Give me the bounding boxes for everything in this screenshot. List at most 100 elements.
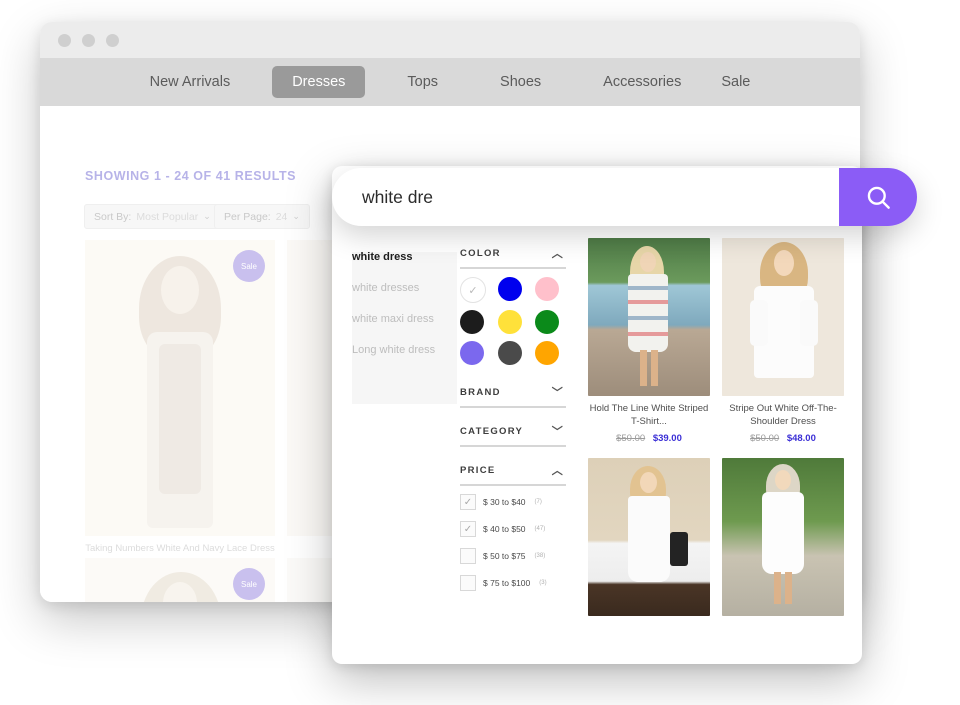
suggestion-item-long-white-dress[interactable]: Long white dress — [352, 335, 446, 366]
filter-category-title: CATEGORY — [460, 425, 524, 437]
product-image — [85, 240, 275, 536]
color-swatch-white[interactable]: ✓ — [460, 277, 486, 303]
color-swatch-purple[interactable] — [460, 341, 484, 365]
filter-section-price: PRICE ︿ ✓ $ 30 to $40 (7) ✓ $ 40 to $50 … — [460, 455, 566, 591]
product-title: Stripe Out White Off-The-Shoulder Dress — [729, 403, 837, 427]
color-swatch-grid: ✓ — [460, 277, 566, 365]
product-image — [588, 238, 710, 396]
color-swatch-black[interactable] — [460, 310, 484, 334]
nav-item-accessories[interactable]: Accessories — [583, 66, 701, 98]
nav-item-tops[interactable]: Tops — [387, 66, 458, 98]
product-thumbnail[interactable] — [722, 457, 844, 616]
nav-item-shoes[interactable]: Shoes — [480, 66, 561, 98]
divider — [460, 445, 566, 447]
suggestion-item-white-dresses[interactable]: white dresses — [352, 273, 446, 304]
product-image — [588, 457, 710, 616]
suggestion-item-white-dress[interactable]: white dress — [352, 242, 446, 273]
sale-badge: Sale — [233, 568, 265, 600]
product-thumbnail[interactable]: Sale — [85, 558, 275, 602]
search-button[interactable] — [839, 168, 917, 226]
search-panel-body: white dress white dresses white maxi dre… — [332, 224, 862, 664]
search-icon — [867, 186, 890, 209]
price-label: $ 30 to $40 — [483, 497, 526, 507]
product-price — [588, 623, 710, 634]
color-swatch-blue[interactable] — [497, 277, 522, 301]
price-count: (3) — [539, 580, 547, 586]
color-swatch-orange[interactable] — [535, 341, 560, 365]
product-price: $50.00 $48.00 — [722, 433, 844, 444]
price-label: $ 40 to $50 — [483, 524, 526, 534]
chevron-up-icon[interactable]: ︿ — [552, 245, 564, 261]
search-result-item[interactable] — [588, 457, 710, 634]
checkbox-checked[interactable]: ✓ — [460, 494, 476, 510]
search-bar — [332, 168, 917, 226]
checkbox-unchecked[interactable] — [460, 548, 476, 564]
color-swatch-pink[interactable] — [535, 277, 560, 301]
list-item[interactable]: Sale Taking Numbers White And Navy Lace … — [85, 240, 275, 569]
filter-color-title: COLOR — [460, 247, 501, 259]
filter-color-header[interactable]: COLOR ︿ — [460, 238, 566, 267]
site-navigation: New Arrivals Dresses Tops Shoes Accessor… — [40, 58, 860, 106]
chevron-down-icon[interactable]: ﹀ — [552, 384, 564, 400]
price-count: (7) — [534, 499, 542, 505]
search-result-item[interactable]: Hold The Line White Striped T-Shirt... $… — [588, 238, 710, 444]
filter-category-header[interactable]: CATEGORY ﹀ — [460, 416, 566, 445]
color-swatch-green[interactable] — [535, 310, 560, 334]
results-count: SHOWING 1 - 24 OF 41 RESULTS — [85, 169, 297, 183]
old-price: $50.00 — [616, 432, 646, 444]
filter-section-color: COLOR ︿ ✓ — [460, 238, 566, 365]
sort-by-value: Most Popular — [136, 210, 199, 223]
chevron-down-icon: ⌄ — [203, 211, 211, 221]
product-image — [722, 238, 844, 396]
nav-item-dresses[interactable]: Dresses — [272, 66, 366, 98]
filter-section-category: CATEGORY ﹀ — [460, 416, 566, 447]
new-price: $39.00 — [652, 432, 682, 444]
color-swatch-gray[interactable] — [497, 341, 522, 365]
check-icon: ✓ — [463, 523, 473, 535]
filter-brand-title: BRAND — [460, 386, 501, 398]
product-title: Taking Numbers White And Navy Lace Dress — [85, 543, 275, 554]
sort-by-select[interactable]: Sort By: Most Popular ⌄ — [84, 204, 221, 229]
window-minimize-dot[interactable] — [82, 33, 95, 47]
filter-brand-header[interactable]: BRAND ﹀ — [460, 377, 566, 406]
product-thumbnail[interactable] — [588, 238, 710, 396]
divider — [460, 406, 566, 408]
product-thumbnail[interactable]: Sale — [85, 240, 275, 536]
price-option-40-50[interactable]: ✓ $ 40 to $50 (47) — [460, 521, 566, 537]
filter-price-header[interactable]: PRICE ︿ — [460, 455, 566, 484]
per-page-value: 24 — [275, 210, 288, 223]
filter-section-brand: BRAND ﹀ — [460, 377, 566, 408]
product-title: Hold The Line White Striped T-Shirt... — [589, 403, 709, 427]
list-item[interactable]: Sale — [85, 558, 275, 602]
product-image — [722, 457, 844, 616]
price-option-75-100[interactable]: $ 75 to $100 (3) — [460, 575, 566, 591]
chevron-up-icon[interactable]: ︿ — [552, 462, 564, 478]
product-price — [722, 623, 844, 634]
nav-item-sale[interactable]: Sale — [701, 66, 770, 98]
price-option-30-40[interactable]: ✓ $ 30 to $40 (7) — [460, 494, 566, 510]
product-thumbnail[interactable] — [588, 457, 710, 616]
checkbox-checked[interactable]: ✓ — [460, 521, 476, 537]
product-thumbnail[interactable] — [722, 238, 844, 396]
sort-by-label: Sort By: — [94, 210, 132, 223]
chevron-down-icon[interactable]: ﹀ — [552, 423, 564, 439]
search-result-item[interactable] — [722, 457, 844, 634]
search-input[interactable] — [332, 185, 839, 209]
chevron-down-icon: ⌄ — [292, 211, 300, 221]
search-overlay-panel: white dress white dresses white maxi dre… — [332, 166, 862, 664]
new-price: $48.00 — [786, 432, 816, 444]
nav-item-new-arrivals[interactable]: New Arrivals — [130, 66, 251, 98]
price-count: (38) — [534, 553, 546, 559]
check-icon: ✓ — [468, 284, 478, 297]
search-suggestions: white dress white dresses white maxi dre… — [332, 224, 446, 664]
product-price: $50.00 $39.00 — [588, 433, 710, 444]
color-swatch-yellow[interactable] — [497, 310, 522, 334]
price-option-50-75[interactable]: $ 50 to $75 (38) — [460, 548, 566, 564]
suggestion-item-white-maxi-dress[interactable]: white maxi dress — [352, 304, 446, 335]
window-maximize-dot[interactable] — [106, 33, 119, 47]
per-page-select[interactable]: Per Page: 24 ⌄ — [214, 204, 310, 229]
search-result-item[interactable]: Stripe Out White Off-The-Shoulder Dress … — [722, 238, 844, 444]
search-results-grid: Hold The Line White Striped T-Shirt... $… — [576, 224, 862, 664]
window-close-dot[interactable] — [58, 33, 71, 47]
checkbox-unchecked[interactable] — [460, 575, 476, 591]
